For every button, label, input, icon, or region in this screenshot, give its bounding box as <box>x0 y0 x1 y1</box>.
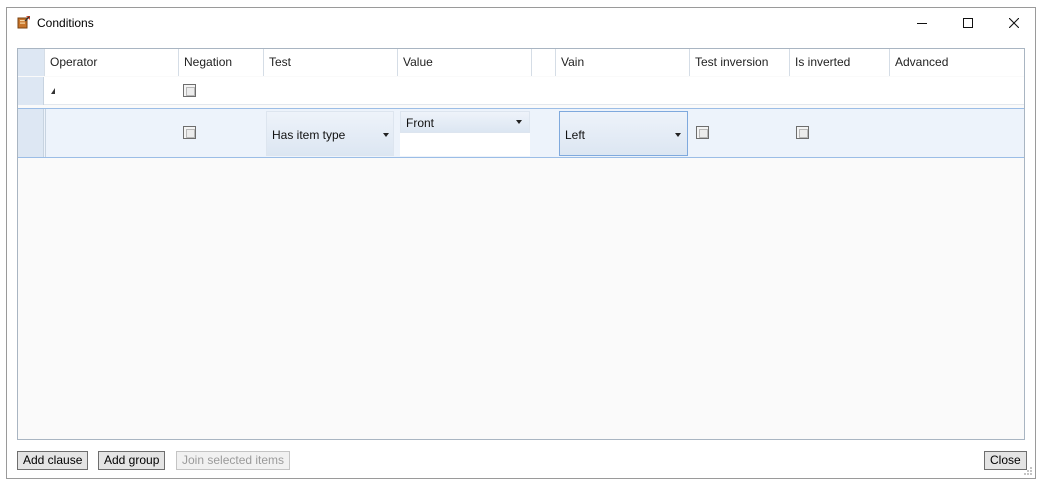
group-row[interactable] <box>18 77 1024 105</box>
title-bar[interactable]: Conditions <box>7 8 1035 38</box>
conditions-window: Conditions Operator Negation Test Value … <box>6 7 1036 479</box>
resize-grip-icon[interactable] <box>1023 466 1033 476</box>
close-icon <box>1009 18 1019 28</box>
row-header[interactable] <box>18 77 44 105</box>
column-header-test-inversion[interactable]: Test inversion <box>690 49 790 76</box>
grid-header: Operator Negation Test Value Vain Test i… <box>18 49 1024 76</box>
collapse-arrow-icon[interactable] <box>51 88 55 94</box>
clause-row[interactable]: Has item type Front Left <box>18 108 1024 158</box>
dropdown-arrow-icon <box>516 120 522 124</box>
column-header-operator[interactable]: Operator <box>45 49 179 76</box>
close-button[interactable]: Close <box>984 451 1027 470</box>
value-cell: Front <box>400 111 530 156</box>
column-header-advanced[interactable]: Advanced <box>890 49 1024 76</box>
window-title: Conditions <box>37 16 94 30</box>
vain-combobox[interactable]: Left <box>559 111 688 156</box>
dropdown-arrow-icon <box>675 133 681 137</box>
minimize-button[interactable] <box>899 8 945 38</box>
test-inversion-checkbox[interactable] <box>696 126 709 139</box>
add-group-button[interactable]: Add group <box>98 451 166 470</box>
column-header-negation[interactable]: Negation <box>179 49 264 76</box>
column-header-is-inverted[interactable]: Is inverted <box>790 49 890 76</box>
select-all-corner[interactable] <box>18 49 45 76</box>
close-window-button[interactable] <box>991 8 1037 38</box>
is-inverted-checkbox[interactable] <box>796 126 809 139</box>
column-header-test[interactable]: Test <box>264 49 398 76</box>
row-header[interactable] <box>18 109 44 157</box>
test-combobox-value: Has item type <box>272 128 346 142</box>
conditions-grid: Operator Negation Test Value Vain Test i… <box>17 48 1025 440</box>
maximize-button[interactable] <box>945 8 991 38</box>
cell-divider <box>45 109 46 157</box>
add-clause-button[interactable]: Add clause <box>17 451 89 470</box>
negation-checkbox[interactable] <box>183 126 196 139</box>
conditions-app-icon <box>17 15 31 29</box>
minimize-icon <box>917 23 927 24</box>
column-header-value[interactable]: Value <box>398 49 532 76</box>
join-selected-items-button[interactable]: Join selected items <box>176 451 291 470</box>
value-combobox[interactable]: Front <box>400 111 530 133</box>
dropdown-arrow-icon <box>383 133 389 137</box>
column-header-vain[interactable]: Vain <box>556 49 690 76</box>
test-combobox[interactable]: Has item type <box>266 111 394 156</box>
negation-checkbox[interactable] <box>183 84 196 97</box>
column-header-blank[interactable] <box>532 49 556 76</box>
vain-combobox-value: Left <box>565 128 586 142</box>
maximize-icon <box>963 18 973 28</box>
value-combobox-value: Front <box>406 116 435 130</box>
